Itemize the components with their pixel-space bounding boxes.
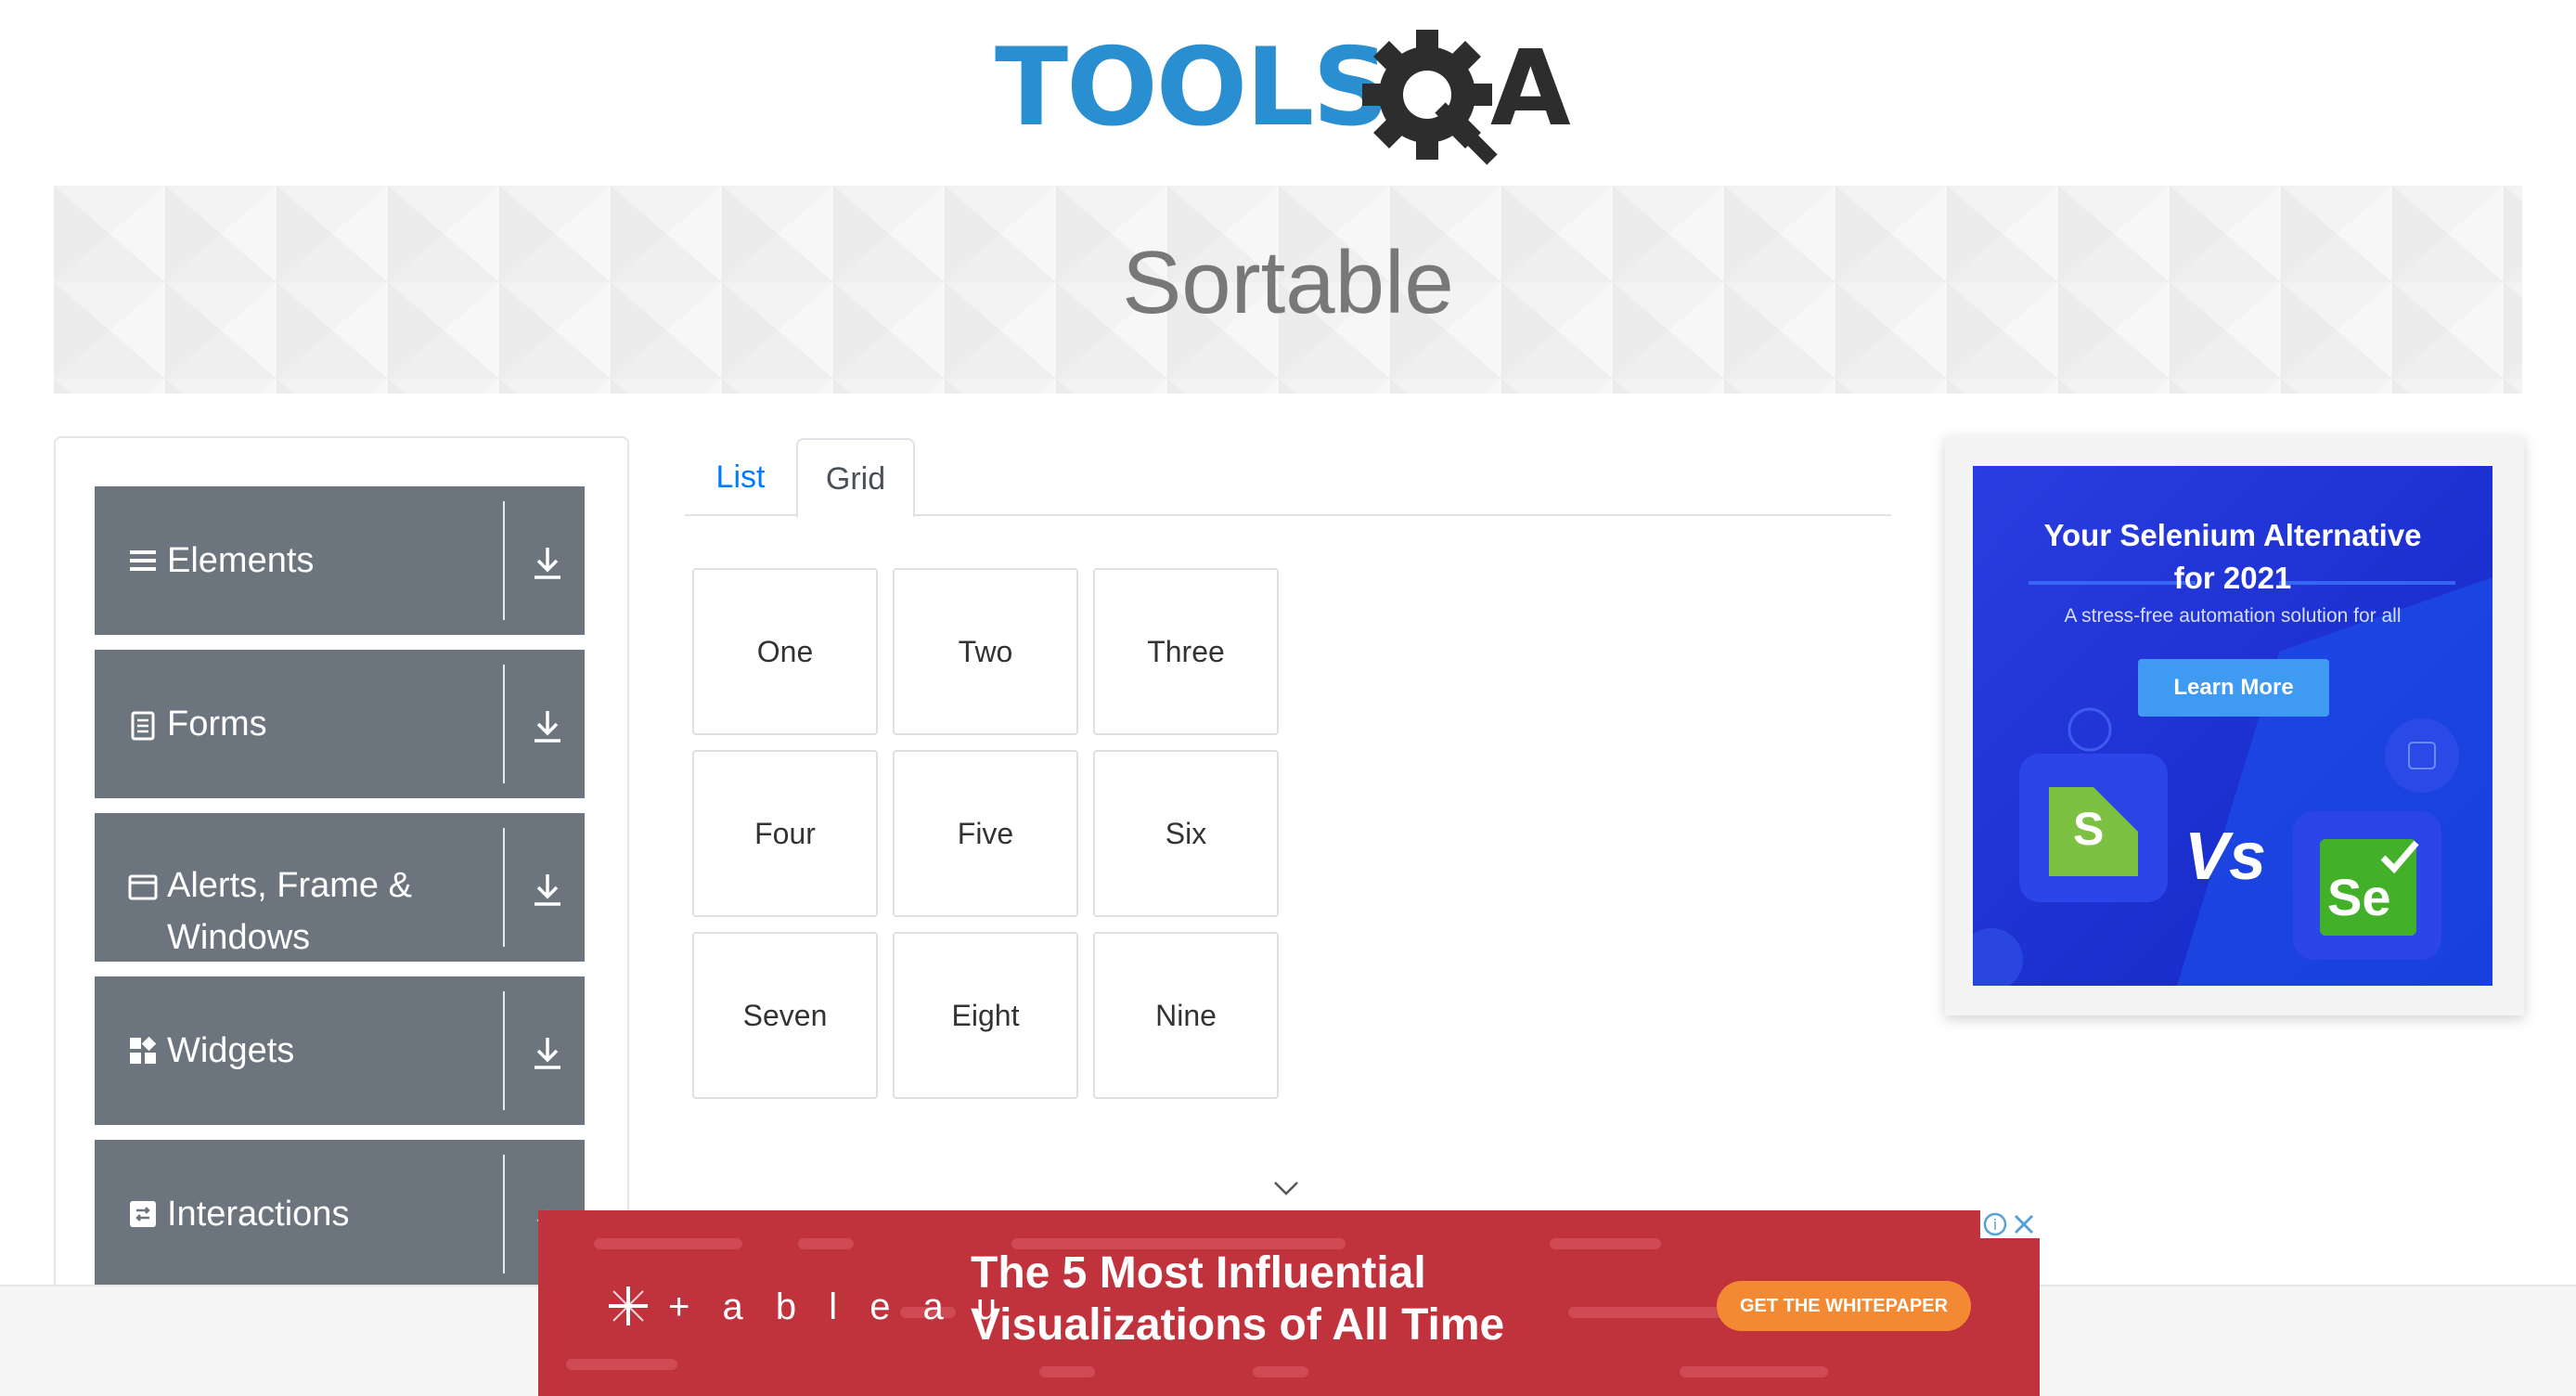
download-arrow-icon[interactable]	[527, 1032, 568, 1073]
logo-text-a: A	[1490, 29, 1571, 149]
grid-item[interactable]: One	[692, 568, 878, 735]
grid-item[interactable]: Seven	[692, 932, 878, 1099]
sidebar-group-elements[interactable]: Elements	[95, 486, 585, 635]
bottom-ad-headline: The 5 Most Influential Visualizations of…	[971, 1247, 1504, 1351]
page-banner: Sortable	[54, 186, 2522, 394]
grid-item[interactable]: Six	[1093, 750, 1279, 917]
sidebar-group-label: Elements	[167, 541, 315, 580]
sidebar-group-label: Interactions	[167, 1195, 350, 1234]
sidebar-group-interactions[interactable]: Interactions	[95, 1140, 585, 1288]
learn-more-button[interactable]: Learn More	[2138, 659, 2329, 717]
grid-item[interactable]: Five	[893, 750, 1078, 917]
headline-line-1: The 5 Most Influential	[971, 1248, 1426, 1298]
left-sidebar: Elements Forms Alerts, Frame & Windows W…	[54, 436, 629, 1290]
get-whitepaper-button[interactable]: GET THE WHITEPAPER	[1717, 1281, 1971, 1331]
divider	[503, 828, 505, 947]
ad-headline-line-2: for 2021	[2173, 561, 2292, 595]
selenium-logo-letters: Se	[2327, 868, 2391, 926]
download-arrow-icon[interactable]	[527, 542, 568, 583]
tableau-brand: + a b l e a u	[668, 1286, 1009, 1327]
svg-text:i: i	[1993, 1216, 1997, 1234]
sidebar-group-forms[interactable]: Forms	[95, 650, 585, 798]
divider	[503, 1155, 505, 1273]
katalon-logo-letter: S	[2073, 803, 2105, 855]
grid-item[interactable]: Three	[1093, 568, 1279, 735]
chevron-down-icon[interactable]	[1273, 1179, 1299, 1197]
sidebar-group-label: Forms	[167, 704, 267, 743]
ad-headline: Your Selenium Alternative for 2021	[1973, 514, 2492, 600]
tab-list[interactable]: List	[685, 438, 796, 518]
tab-bar: List Grid	[685, 438, 1891, 518]
menu-lines-icon	[130, 550, 156, 571]
toolsqa-logo[interactable]: TOOLS A	[989, 22, 1592, 171]
tableau-logo-icon	[609, 1286, 648, 1325]
page-title: Sortable	[1122, 233, 1454, 332]
download-arrow-icon[interactable]	[527, 705, 568, 746]
checkmark-icon	[2380, 840, 2419, 874]
vs-label: Vs	[2184, 820, 2267, 894]
sidebar-group-widgets[interactable]: Widgets	[95, 976, 585, 1125]
widgets-icon	[130, 1036, 157, 1064]
ad-headline-line-1: Your Selenium Alternative	[2043, 518, 2422, 552]
grid-item[interactable]: Two	[893, 568, 1078, 735]
tab-grid[interactable]: Grid	[796, 438, 915, 518]
ad-subtitle: A stress-free automation solution for al…	[2064, 605, 2402, 627]
divider	[503, 991, 505, 1110]
divider	[503, 501, 505, 620]
sidebar-group-label: Widgets	[167, 1031, 295, 1070]
sidebar-group-alerts[interactable]: Alerts, Frame & Windows	[95, 813, 585, 962]
download-arrow-icon[interactable]	[527, 869, 568, 910]
bottom-ad[interactable]: + a b l e a u The 5 Most Influential Vis…	[538, 1210, 2040, 1396]
interactions-icon	[130, 1201, 156, 1227]
logo-text-tools: TOOLS	[995, 25, 1388, 150]
grid-item[interactable]: Four	[692, 750, 878, 917]
right-ad[interactable]: Your Selenium Alternative for 2021 A str…	[1945, 436, 2524, 1015]
headline-line-2: Visualizations of All Time	[971, 1300, 1505, 1350]
sidebar-group-label: Alerts, Frame & Windows	[167, 866, 412, 957]
info-icon[interactable]: i	[1983, 1212, 2007, 1236]
close-icon[interactable]	[2014, 1214, 2034, 1234]
grid-item[interactable]: Nine	[1093, 932, 1279, 1099]
divider	[503, 665, 505, 783]
ad-choices[interactable]: i	[1980, 1210, 2040, 1238]
document-icon	[131, 711, 155, 741]
gear-icon	[1362, 30, 1498, 165]
grid-item[interactable]: Eight	[893, 932, 1078, 1099]
window-icon	[128, 874, 158, 900]
